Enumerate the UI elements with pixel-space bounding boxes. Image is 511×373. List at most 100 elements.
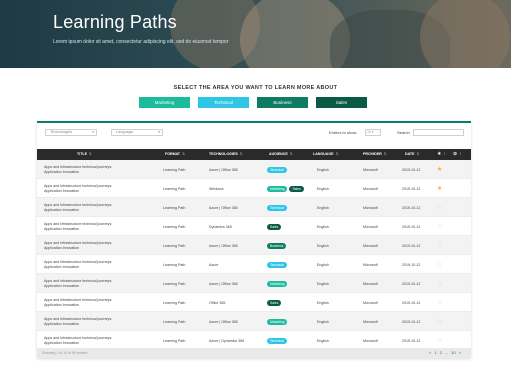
column-header-language[interactable]: LANGUAGE ⇅ — [313, 149, 339, 160]
audience-badge: Marketing — [267, 280, 288, 287]
row-title-line: Application Innovation — [44, 264, 80, 269]
row-format: Learning Path — [163, 281, 186, 286]
row-title[interactable]: Apps and Infrastructure technical journe… — [44, 312, 154, 331]
row-language: English — [317, 167, 329, 172]
row-title-line: Application Innovation — [44, 245, 80, 250]
row-title[interactable]: Apps and Infrastructure technical journe… — [44, 217, 154, 236]
row-technologies: Azure | Office 365 — [209, 281, 238, 286]
table-row[interactable]: Apps and Infrastructure technical journe… — [37, 312, 471, 331]
row-date: 2019-10-12 — [402, 186, 421, 191]
column-header-date[interactable]: DATE ⇅ — [405, 149, 420, 160]
row-title[interactable]: Apps and Infrastructure technical journe… — [44, 198, 154, 217]
row-title-line: Application Innovation — [44, 207, 80, 212]
page-link[interactable]: 10 — [451, 350, 455, 355]
table-row[interactable]: Apps and Infrastructure technical journe… — [37, 293, 471, 312]
language-filter-select[interactable]: Language ▾ — [111, 129, 163, 136]
audience-badge: Technical — [267, 261, 287, 268]
row-date: 2019-10-12 — [402, 262, 421, 267]
row-date: 2019-10-12 — [402, 281, 421, 286]
hero-photo-shape — [420, 0, 510, 68]
row-format: Learning Path — [163, 167, 186, 172]
favorite-star-icon[interactable]: ☆ — [437, 198, 442, 217]
entries-label: Entries to show — [329, 130, 357, 135]
row-audience: Marketing — [267, 274, 289, 293]
area-button-sales[interactable]: Sales — [316, 97, 367, 108]
sort-icon: ⇅ — [289, 152, 293, 156]
favorite-star-icon[interactable]: ★ — [437, 179, 442, 198]
column-header-technologies[interactable]: TECHNOLOGIES ⇅ — [209, 149, 243, 160]
row-provider: Microsoft — [363, 224, 378, 229]
area-button-group: Marketing Technical Business Sales — [139, 97, 367, 108]
row-title[interactable]: Apps and Infrastructure technical journe… — [44, 160, 154, 179]
row-provider: Microsoft — [363, 262, 378, 267]
row-audience: Technical — [267, 198, 289, 217]
page-link[interactable]: 2 — [440, 350, 442, 355]
row-language: English — [317, 319, 329, 324]
column-header-format[interactable]: FORMAT ⇅ — [165, 149, 185, 160]
entries-select[interactable]: 10 ▾ — [365, 129, 381, 136]
page-link[interactable]: 1 — [434, 350, 436, 355]
row-language: English — [317, 262, 329, 267]
row-title[interactable]: Apps and Infrastructure technical journe… — [44, 293, 154, 312]
audience-badge: Sales — [267, 223, 282, 230]
audience-badge: Marketing — [267, 185, 288, 192]
row-technologies: Dynamics 365 — [209, 224, 232, 229]
row-date: 2019-10-12 — [402, 167, 421, 172]
search-input[interactable] — [413, 129, 464, 136]
row-title[interactable]: Apps and Infrastructure technical journe… — [44, 255, 154, 274]
column-header-provider[interactable]: PROVIDER ⇅ — [363, 149, 387, 160]
favorite-star-icon[interactable]: ☆ — [437, 312, 442, 331]
row-date: 2019-10-12 — [402, 224, 421, 229]
row-format: Learning Path — [163, 186, 186, 191]
row-language: English — [317, 300, 329, 305]
area-button-technical[interactable]: Technical — [198, 97, 249, 108]
area-button-marketing[interactable]: Marketing — [139, 97, 190, 108]
favorite-column-star-icon[interactable]: ★ ↕ — [437, 149, 446, 160]
favorite-star-icon[interactable]: ☆ — [437, 255, 442, 274]
table-row[interactable]: Apps and Infrastructure technical journe… — [37, 179, 471, 198]
table-filters: Technologies ▾ Language ▾ Entries to sho… — [37, 129, 471, 141]
favorite-star-icon[interactable]: ☆ — [437, 293, 442, 312]
row-title-line: Application Innovation — [44, 226, 80, 231]
page-title: Learning Paths — [53, 12, 177, 32]
table-row[interactable]: Apps and Infrastructure technical journe… — [37, 198, 471, 217]
row-provider: Microsoft — [363, 319, 378, 324]
table-row[interactable]: Apps and Infrastructure technical journe… — [37, 274, 471, 293]
favorite-star-icon[interactable]: ★ — [437, 160, 442, 179]
row-technologies: Azure — [209, 262, 219, 267]
row-language: English — [317, 281, 329, 286]
area-heading: SELECT THE AREA YOU WANT TO LEARN MORE A… — [173, 85, 338, 91]
table-row[interactable]: Apps and Infrastructure technical journe… — [37, 217, 471, 236]
page-link[interactable]: > — [459, 350, 461, 355]
table-row[interactable]: Apps and Infrastructure technical journe… — [37, 160, 471, 179]
page-link[interactable]: ... — [445, 350, 448, 355]
row-format: Learning Path — [163, 243, 186, 248]
favorite-star-icon[interactable]: ☆ — [437, 236, 442, 255]
row-technologies: Azure | Office 365 — [209, 167, 238, 172]
row-title-line: Application Innovation — [44, 302, 80, 307]
row-title[interactable]: Apps and Infrastructure technical journe… — [44, 236, 154, 255]
table-row[interactable]: Apps and Infrastructure technical journe… — [37, 236, 471, 255]
column-header-audience[interactable]: AUDIENCE ⇅ — [269, 149, 293, 160]
column-header-title[interactable]: TITLE ⇅ — [77, 149, 92, 160]
row-date: 2019-10-12 — [402, 243, 421, 248]
technologies-filter-select[interactable]: Technologies ▾ — [45, 129, 97, 136]
row-title[interactable]: Apps and Infrastructure technical journe… — [44, 274, 154, 293]
favorite-star-icon[interactable]: ☆ — [437, 274, 442, 293]
page-link[interactable]: < — [429, 350, 431, 355]
row-language: English — [317, 205, 329, 210]
table-row[interactable]: Apps and Infrastructure technical journe… — [37, 255, 471, 274]
audience-badge: Technical — [267, 204, 287, 211]
row-audience: Business — [267, 236, 288, 255]
area-button-business[interactable]: Business — [257, 97, 308, 108]
favorite-star-icon[interactable]: ☆ — [437, 217, 442, 236]
audience-badge: Sales — [267, 299, 282, 306]
row-provider: Microsoft — [363, 167, 378, 172]
status-column-check-icon[interactable]: ⊘ ↕ — [453, 149, 462, 160]
sort-icon: ⇅ — [335, 152, 339, 156]
audience-badge: Technical — [267, 337, 287, 344]
row-audience: Marketing Sales — [267, 179, 306, 198]
row-title[interactable]: Apps and Infrastructure technical journe… — [44, 179, 154, 198]
row-title-line: Application Innovation — [44, 169, 80, 174]
row-date: 2019-10-12 — [402, 319, 421, 324]
